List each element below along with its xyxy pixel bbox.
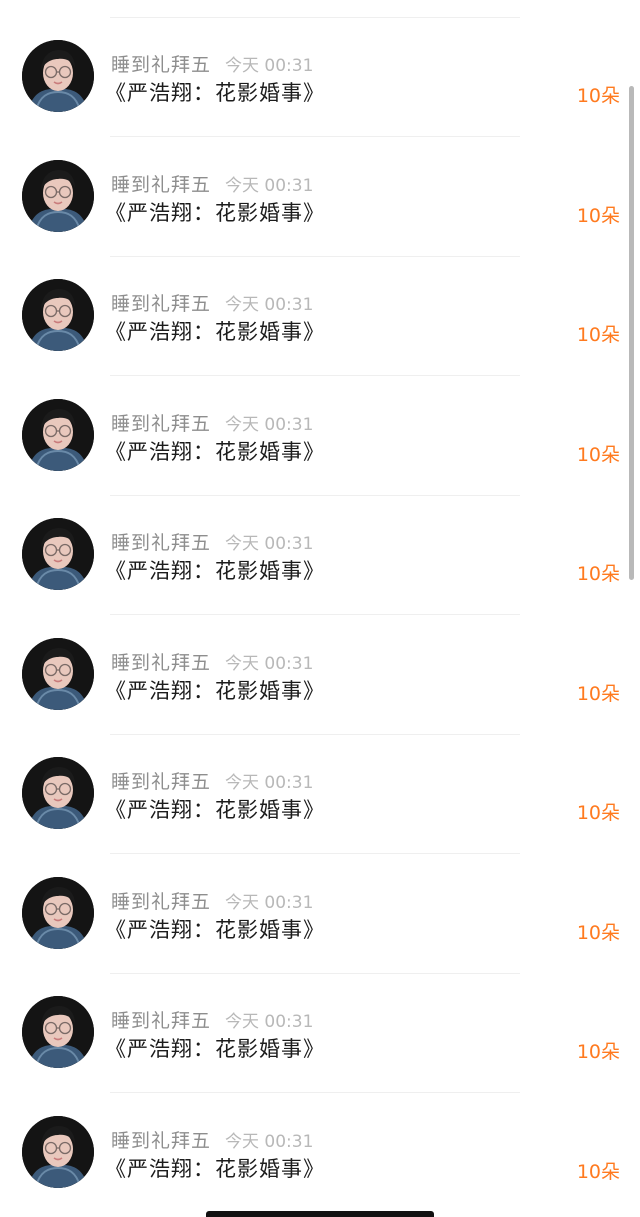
list-item[interactable]: 睡到礼拜五 今天 00:31 《严浩翔：花影婚事》 10朵 [0,495,640,615]
flower-count: 10朵 [576,683,620,705]
flower-count: 10朵 [576,85,620,107]
username[interactable]: 睡到礼拜五 [111,293,211,315]
avatar[interactable] [22,1116,94,1188]
username[interactable]: 睡到礼拜五 [111,54,211,76]
scrollbar[interactable] [629,86,634,580]
work-title[interactable]: 《严浩翔：花影婚事》 [105,555,325,585]
list-item[interactable]: 睡到礼拜五 今天 00:31 《严浩翔：花影婚事》 10朵 [0,854,640,974]
username[interactable]: 睡到礼拜五 [111,1010,211,1032]
avatar[interactable] [22,40,94,112]
work-title[interactable]: 《严浩翔：花影婚事》 [105,914,325,944]
user-avatar-photo [22,160,94,232]
gift-record-list[interactable]: 睡到礼拜五 今天 00:31 《严浩翔：花影婚事》 10朵 睡到礼拜五 今天 00:… [0,0,640,1217]
work-title[interactable]: 《严浩翔：花影婚事》 [105,316,325,346]
user-avatar-photo [22,996,94,1068]
timestamp: 今天 00:31 [225,654,314,674]
user-avatar-photo [22,757,94,829]
user-avatar-photo [22,40,94,112]
username[interactable]: 睡到礼拜五 [111,652,211,674]
username[interactable]: 睡到礼拜五 [111,891,211,913]
avatar[interactable] [22,877,94,949]
flower-count: 10朵 [576,802,620,824]
list-item[interactable]: 睡到礼拜五 今天 00:31 《严浩翔：花影婚事》 10朵 [0,17,640,137]
list-item[interactable]: 睡到礼拜五 今天 00:31 《严浩翔：花影婚事》 10朵 [0,615,640,735]
user-avatar-photo [22,877,94,949]
avatar[interactable] [22,518,94,590]
list-item[interactable]: 睡到礼拜五 今天 00:31 《严浩翔：花影婚事》 10朵 [0,256,640,376]
timestamp: 今天 00:31 [225,415,314,435]
username[interactable]: 睡到礼拜五 [111,413,211,435]
flower-count: 10朵 [576,205,620,227]
flower-count: 10朵 [576,563,620,585]
timestamp: 今天 00:31 [225,295,314,315]
avatar[interactable] [22,996,94,1068]
avatar[interactable] [22,638,94,710]
list-item[interactable]: 睡到礼拜五 今天 00:31 《严浩翔：花影婚事》 10朵 [0,137,640,257]
list-item[interactable]: 睡到礼拜五 今天 00:31 《严浩翔：花影婚事》 10朵 [0,734,640,854]
user-avatar-photo [22,638,94,710]
home-indicator[interactable] [206,1211,434,1217]
list-item[interactable]: 睡到礼拜五 今天 00:31 《严浩翔：花影婚事》 10朵 [0,1093,640,1213]
work-title[interactable]: 《严浩翔：花影婚事》 [105,77,325,107]
timestamp: 今天 00:31 [225,534,314,554]
work-title[interactable]: 《严浩翔：花影婚事》 [105,1033,325,1063]
timestamp: 今天 00:31 [225,1132,314,1152]
timestamp: 今天 00:31 [225,176,314,196]
flower-count: 10朵 [576,324,620,346]
username[interactable]: 睡到礼拜五 [111,532,211,554]
flower-count: 10朵 [576,1041,620,1063]
username[interactable]: 睡到礼拜五 [111,1130,211,1152]
work-title[interactable]: 《严浩翔：花影婚事》 [105,675,325,705]
avatar[interactable] [22,757,94,829]
user-avatar-photo [22,279,94,351]
user-avatar-photo [22,399,94,471]
work-title[interactable]: 《严浩翔：花影婚事》 [105,197,325,227]
work-title[interactable]: 《严浩翔：花影婚事》 [105,1153,325,1183]
flower-count: 10朵 [576,922,620,944]
timestamp: 今天 00:31 [225,56,314,76]
timestamp: 今天 00:31 [225,773,314,793]
timestamp: 今天 00:31 [225,1012,314,1032]
flower-count: 10朵 [576,444,620,466]
avatar[interactable] [22,279,94,351]
username[interactable]: 睡到礼拜五 [111,174,211,196]
list-item[interactable]: 睡到礼拜五 今天 00:31 《严浩翔：花影婚事》 10朵 [0,973,640,1093]
flower-count: 10朵 [576,1161,620,1183]
avatar[interactable] [22,160,94,232]
user-avatar-photo [22,1116,94,1188]
work-title[interactable]: 《严浩翔：花影婚事》 [105,436,325,466]
list-item[interactable]: 睡到礼拜五 今天 00:31 《严浩翔：花影婚事》 10朵 [0,376,640,496]
work-title[interactable]: 《严浩翔：花影婚事》 [105,794,325,824]
timestamp: 今天 00:31 [225,893,314,913]
avatar[interactable] [22,399,94,471]
user-avatar-photo [22,518,94,590]
username[interactable]: 睡到礼拜五 [111,771,211,793]
